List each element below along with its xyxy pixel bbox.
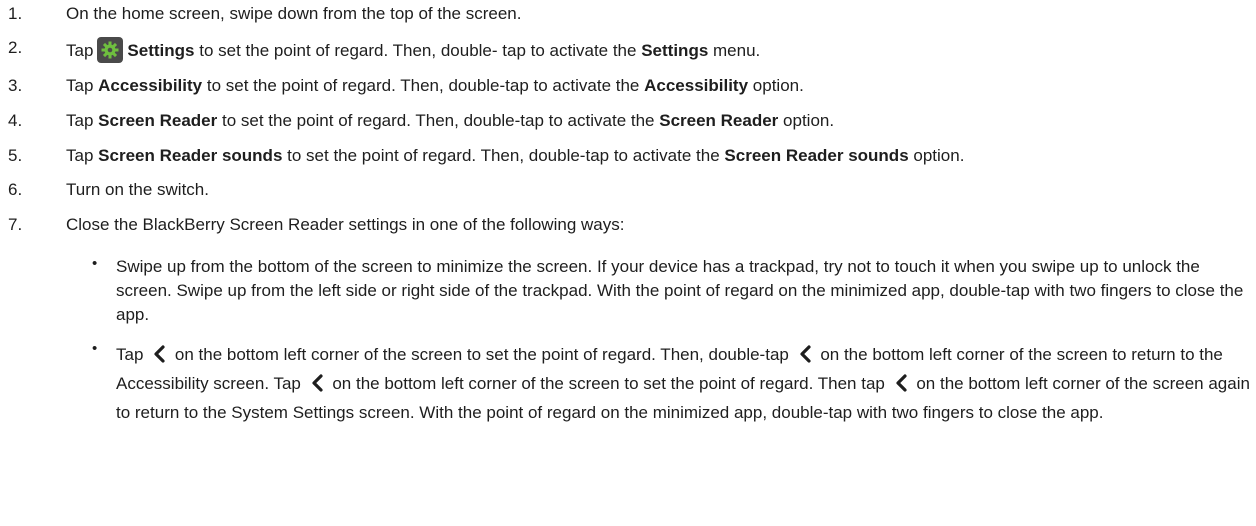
bullet-text-part: Tap [116, 345, 144, 364]
step-text-part: menu. [713, 41, 761, 60]
step-number: 2. [8, 38, 23, 57]
step-text-part: to set the point of regard. Then, double… [199, 41, 637, 60]
step-number: 1. [8, 4, 23, 23]
step-text: Tap Screen Reader sounds to set the poin… [66, 145, 964, 167]
instructions-document: 1. On the home screen, swipe down from t… [0, 0, 1256, 526]
bullet-marker: • [92, 340, 98, 357]
step-text-part: to set the point of regard. Then, double… [287, 146, 720, 165]
step-text-part: option. [783, 111, 835, 130]
settings-label: Settings [641, 41, 709, 60]
screen-reader-label: Screen Reader [98, 111, 218, 130]
step-number: 7. [8, 215, 23, 234]
step-number: 4. [8, 111, 23, 130]
step-text-part: Tap [66, 146, 94, 165]
step-number: 5. [8, 146, 23, 165]
step-number: 3. [8, 76, 23, 95]
step-text-part: Tap [66, 41, 94, 60]
gear-icon [97, 37, 124, 63]
step-text: Tap Screen Reader to set the point of re… [66, 110, 834, 132]
step-text-part: Tap [66, 76, 94, 95]
chevron-left-icon [799, 345, 811, 363]
chevron-left-icon [312, 374, 323, 392]
chevron-left-icon [154, 345, 165, 363]
step-text: Tap Accessibility to set the point of re… [66, 75, 804, 97]
chevron-left-icon [896, 374, 907, 392]
bullet-marker: • [92, 255, 98, 272]
screen-reader-label: Screen Reader [659, 111, 779, 130]
bullet-text-part: on the bottom left corner of the screen … [174, 345, 789, 364]
settings-label: Settings [127, 41, 195, 60]
bullet-text-part: on the bottom left corner of the screen … [332, 374, 885, 393]
step-text: On the home screen, swipe down from the … [66, 4, 522, 23]
step-text: Tap Settings to set the point of regard. … [66, 37, 760, 63]
screen-reader-sounds-label: Screen Reader sounds [98, 146, 283, 165]
bullet-text: Tap on the bottom left corner of the scr… [116, 340, 1252, 427]
accessibility-label: Accessibility [644, 76, 749, 95]
step-text: Close the BlackBerry Screen Reader setti… [66, 215, 625, 234]
step-text-part: to set the point of regard. Then, double… [206, 76, 640, 95]
step-text: Turn on the switch. [66, 180, 209, 199]
screen-reader-sounds-label: Screen Reader sounds [724, 146, 909, 165]
accessibility-label: Accessibility [98, 76, 203, 95]
step-text-part: option. [913, 146, 965, 165]
step-text-part: option. [752, 76, 804, 95]
step-number: 6. [8, 180, 23, 199]
step-text-part: to set the point of regard. Then, double… [221, 111, 655, 130]
bullet-text: Swipe up from the bottom of the screen t… [116, 257, 1244, 324]
step-text-part: Tap [66, 111, 94, 130]
